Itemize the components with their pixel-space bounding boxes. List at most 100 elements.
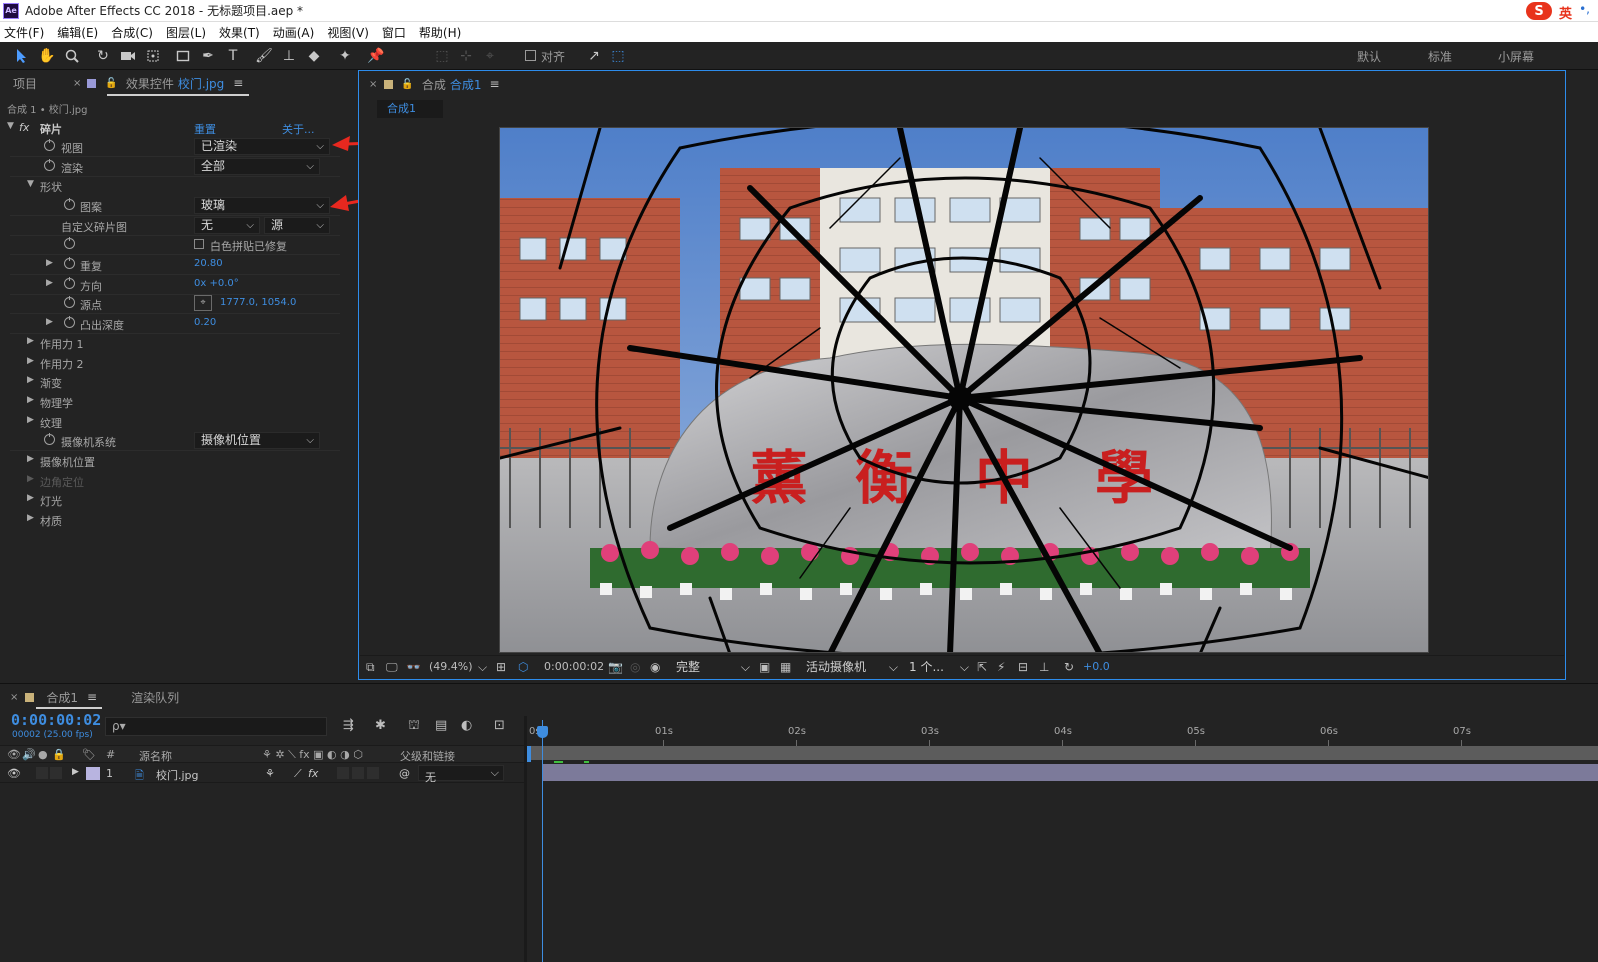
tab-timeline-comp[interactable]: 合成1 bbox=[46, 689, 78, 706]
close-icon[interactable]: × bbox=[10, 692, 18, 703]
workspace-standard[interactable]: 标准 bbox=[1428, 48, 1452, 65]
hand-tool-icon[interactable]: ✋ bbox=[37, 46, 57, 66]
layer-name[interactable]: 校门.jpg bbox=[156, 767, 199, 783]
current-time-value[interactable]: 0:00:00:02 bbox=[544, 660, 604, 673]
snap-option-icon[interactable]: ↗ bbox=[584, 46, 604, 66]
expand-triangle-icon[interactable]: ▶ bbox=[46, 317, 53, 327]
tab-render-queue[interactable]: 渲染队列 bbox=[131, 689, 179, 706]
graph-editor-icon[interactable]: ⊡ bbox=[494, 718, 505, 733]
repetitions-value[interactable]: 20.80 bbox=[194, 258, 223, 269]
effect-reset-link[interactable]: 重置 bbox=[194, 121, 216, 137]
prop-group-force-2[interactable]: ▶ 作用力 2 bbox=[0, 353, 350, 373]
workspace-small-screen[interactable]: 小屏幕 bbox=[1498, 48, 1534, 65]
composition-name[interactable]: 合成1 bbox=[450, 76, 482, 93]
draft-3d-icon[interactable]: ✱ bbox=[375, 718, 386, 733]
pick-whip-icon[interactable]: @ bbox=[399, 767, 410, 780]
frame-blending-icon[interactable]: ▤ bbox=[435, 718, 447, 733]
white-tiles-fixed-checkbox[interactable] bbox=[194, 239, 204, 249]
fx-switch-icon[interactable]: fx bbox=[308, 767, 318, 780]
mask-visibility-icon[interactable]: 👓 bbox=[406, 660, 421, 674]
reset-exposure-icon[interactable]: ↻ bbox=[1064, 660, 1074, 674]
collapse-triangle-icon[interactable]: ▼ bbox=[27, 179, 34, 189]
expand-triangle-icon[interactable]: ▶ bbox=[27, 415, 34, 425]
menu-effect[interactable]: 效果(T) bbox=[219, 24, 260, 41]
quality-switch-icon[interactable]: ⟋ bbox=[294, 767, 302, 781]
local-axis-mode-icon[interactable]: ⬚ bbox=[432, 46, 452, 66]
snapshot-camera-icon[interactable]: 📷 bbox=[608, 660, 623, 674]
menu-view[interactable]: 视图(V) bbox=[327, 24, 369, 41]
snapping-checkbox[interactable] bbox=[525, 50, 536, 61]
pattern-dropdown[interactable]: 玻璃 ⌵ bbox=[194, 197, 330, 214]
menu-layer[interactable]: 图层(L) bbox=[166, 24, 206, 41]
eye-icon[interactable]: 👁 bbox=[7, 748, 21, 761]
region-of-interest-icon[interactable]: ▣ bbox=[759, 660, 770, 674]
layer-row[interactable]: 👁 ▶ 1 🗎 校门.jpg ⚘ ⟋ fx @ 无 ⌵ bbox=[0, 764, 524, 784]
collapse-triangle-icon[interactable]: ▼ bbox=[7, 121, 14, 131]
view-dropdown[interactable]: 已渲染 ⌵ bbox=[194, 138, 330, 155]
lock-icon[interactable]: 🔒 bbox=[52, 748, 66, 761]
composition-frame-image[interactable]: 薰衡中學 bbox=[499, 127, 1429, 653]
layer-search-input[interactable]: ρ▾ bbox=[105, 717, 327, 736]
fx-toggle-icon[interactable]: fx bbox=[19, 121, 29, 134]
menu-animation[interactable]: 动画(A) bbox=[273, 24, 315, 41]
lock-icon[interactable]: 🔓 bbox=[401, 79, 413, 90]
view-axis-mode-icon[interactable]: ⌖ bbox=[480, 46, 500, 66]
composition-viewer[interactable]: 薰衡中學 bbox=[360, 123, 1564, 653]
layer-label-color[interactable] bbox=[86, 767, 100, 780]
custom-map-source-dropdown[interactable]: 源 ⌵ bbox=[264, 217, 330, 234]
ime-language-indicator[interactable]: 英 bbox=[1559, 3, 1572, 22]
expand-triangle-icon[interactable]: ▶ bbox=[27, 356, 34, 366]
prop-group-textures[interactable]: ▶ 纹理 bbox=[0, 412, 350, 432]
origin-value[interactable]: 1777.0, 1054.0 bbox=[220, 297, 296, 308]
eye-icon[interactable]: 👁 bbox=[7, 767, 21, 780]
expand-triangle-icon[interactable]: ▶ bbox=[27, 454, 34, 464]
switch-slot[interactable] bbox=[337, 767, 349, 779]
expand-triangle-icon[interactable]: ▶ bbox=[27, 375, 34, 385]
current-time-indicator[interactable] bbox=[542, 720, 543, 962]
label-tag-icon[interactable]: 🏷 bbox=[82, 748, 96, 761]
effect-controls-target[interactable]: 校门.jpg bbox=[178, 75, 224, 92]
camera-view-dropdown[interactable]: 活动摄像机 ⌵ bbox=[806, 658, 898, 676]
audio-toggle-slot[interactable] bbox=[36, 767, 48, 779]
type-tool-icon[interactable]: T bbox=[223, 46, 243, 66]
expand-triangle-icon[interactable]: ▶ bbox=[27, 474, 34, 484]
panel-menu-icon[interactable]: ≡ bbox=[233, 76, 243, 90]
roto-brush-tool-icon[interactable]: ✦ bbox=[335, 46, 355, 66]
panel-menu-icon[interactable]: ≡ bbox=[87, 690, 97, 704]
camera-system-dropdown[interactable]: 摄像机位置 ⌵ bbox=[194, 432, 320, 449]
crosshair-icon[interactable]: ⌖ bbox=[194, 295, 212, 311]
comp-flowchart-tab[interactable]: 合成1 bbox=[377, 100, 443, 118]
pixel-aspect-icon[interactable]: ⇱ bbox=[977, 660, 987, 674]
resolution-dropdown[interactable]: 完整 ⌵ bbox=[676, 658, 750, 676]
prop-group-camera-position[interactable]: ▶ 摄像机位置 bbox=[0, 451, 350, 471]
rotation-tool-icon[interactable]: ↻ bbox=[93, 46, 113, 66]
prop-group-gradient[interactable]: ▶ 渐变 bbox=[0, 372, 350, 392]
menu-help[interactable]: 帮助(H) bbox=[419, 24, 461, 41]
solo-icon[interactable]: ● bbox=[38, 748, 48, 761]
column-source-name[interactable]: 源名称 bbox=[139, 748, 172, 764]
puppet-pin-tool-icon[interactable]: 📌 bbox=[366, 46, 386, 66]
custom-map-layer-dropdown[interactable]: 无 ⌵ bbox=[194, 217, 260, 234]
work-area-bar[interactable] bbox=[527, 746, 1598, 760]
tab-effect-controls[interactable]: 效果控件 bbox=[126, 75, 174, 92]
mask-path-icon[interactable]: ⬡ bbox=[518, 660, 528, 674]
brush-tool-icon[interactable]: 🖌 bbox=[254, 46, 274, 66]
clone-stamp-tool-icon[interactable]: ⊥ bbox=[279, 46, 299, 66]
prop-group-lighting[interactable]: ▶ 灯光 bbox=[0, 490, 350, 510]
workspace-default[interactable]: 默认 bbox=[1357, 48, 1381, 65]
extrusion-depth-value[interactable]: 0.20 bbox=[194, 317, 216, 328]
column-parent-link[interactable]: 父级和链接 bbox=[400, 748, 455, 764]
eraser-tool-icon[interactable]: ◆ bbox=[304, 46, 324, 66]
stopwatch-icon[interactable] bbox=[64, 277, 75, 289]
audio-icon[interactable]: 🔊 bbox=[22, 748, 36, 761]
lock-toggle-slot[interactable] bbox=[50, 767, 62, 779]
close-icon[interactable]: × bbox=[369, 79, 377, 90]
prop-group-material[interactable]: ▶ 材质 bbox=[0, 510, 350, 530]
render-dropdown[interactable]: 全部 ⌵ bbox=[194, 158, 320, 175]
work-area-start-handle[interactable] bbox=[527, 746, 531, 762]
chevron-down-icon[interactable]: ⌵ bbox=[478, 660, 487, 675]
lock-icon[interactable]: 🔓 bbox=[105, 78, 117, 89]
shy-switch-icon[interactable]: ⚘ bbox=[265, 767, 275, 780]
views-layout-dropdown[interactable]: 1 个... ⌵ bbox=[909, 658, 969, 676]
snap-feature-icon[interactable]: ⬚ bbox=[608, 46, 628, 66]
